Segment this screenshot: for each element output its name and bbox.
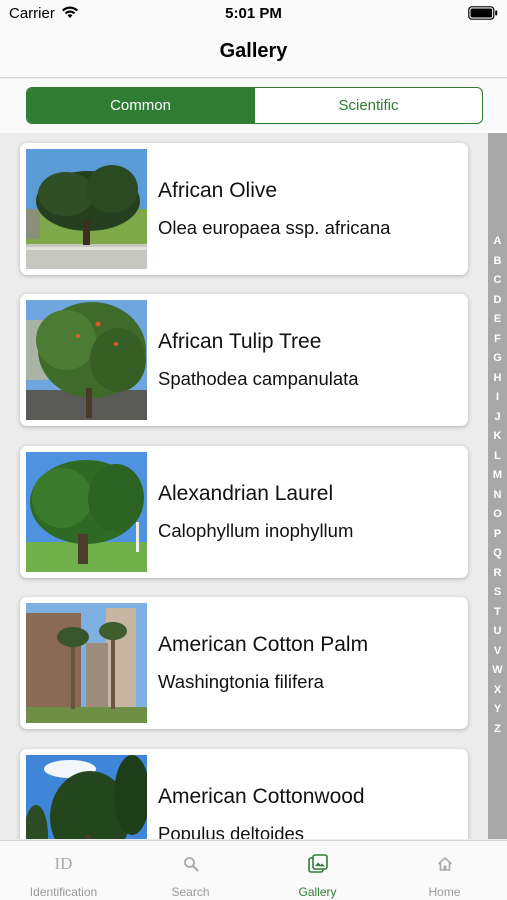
index-letter-p[interactable]: P bbox=[488, 528, 507, 540]
scientific-name: Washingtonia filifera bbox=[158, 671, 324, 692]
tree-photo bbox=[26, 755, 147, 839]
tab-identification-label: Identification bbox=[29, 885, 98, 899]
american-cottonwood-photo bbox=[26, 755, 147, 839]
segment-common[interactable]: Common bbox=[27, 88, 254, 123]
list-item[interactable]: African Tulip Tree Spathodea campanulata bbox=[20, 294, 468, 426]
index-letter-d[interactable]: D bbox=[488, 294, 507, 306]
tab-gallery[interactable]: Gallery bbox=[254, 841, 381, 900]
search-icon bbox=[183, 853, 199, 875]
segment-common-label: Common bbox=[110, 97, 171, 114]
home-icon bbox=[436, 853, 453, 875]
tab-bar: ID Identification Search Gallery Home bbox=[0, 840, 507, 900]
gallery-list[interactable]: African Olive Olea europaea ssp. african… bbox=[0, 133, 488, 839]
index-letter-u[interactable]: U bbox=[488, 625, 507, 637]
tab-gallery-label: Gallery bbox=[298, 885, 337, 899]
clock: 5:01 PM bbox=[225, 5, 282, 22]
tab-home[interactable]: Home bbox=[381, 841, 507, 900]
index-letter-j[interactable]: J bbox=[488, 411, 507, 423]
tab-identification[interactable]: ID Identification bbox=[0, 841, 127, 900]
index-letter-w[interactable]: W bbox=[488, 664, 507, 676]
index-letter-t[interactable]: T bbox=[488, 606, 507, 618]
index-letter-z[interactable]: Z bbox=[488, 723, 507, 735]
index-letter-l[interactable]: L bbox=[488, 450, 507, 462]
scientific-name: Olea europaea ssp. africana bbox=[158, 217, 391, 238]
id-icon: ID bbox=[55, 853, 73, 875]
index-letter-v[interactable]: V bbox=[488, 645, 507, 657]
common-name: African Tulip Tree bbox=[158, 330, 322, 353]
common-name: African Olive bbox=[158, 179, 278, 202]
index-letter-a[interactable]: A bbox=[488, 235, 507, 247]
scientific-name: Calophyllum inophyllum bbox=[158, 520, 354, 541]
gallery-icon bbox=[307, 853, 328, 875]
navigation-bar: Gallery bbox=[0, 26, 507, 78]
list-item[interactable]: American Cotton Palm Washingtonia filife… bbox=[20, 597, 468, 729]
segment-scientific-label: Scientific bbox=[338, 97, 399, 114]
index-letter-b[interactable]: B bbox=[488, 255, 507, 267]
status-bar: Carrier 5:01 PM bbox=[0, 0, 507, 26]
list-item[interactable]: African Olive Olea europaea ssp. african… bbox=[20, 143, 468, 275]
segment-area: Common Scientific bbox=[0, 79, 507, 133]
alexandrian-laurel-photo bbox=[26, 452, 147, 572]
index-letter-i[interactable]: I bbox=[488, 391, 507, 403]
name-type-segmented-control: Common Scientific bbox=[26, 87, 483, 124]
tab-home-label: Home bbox=[428, 885, 461, 899]
common-name: American Cotton Palm bbox=[158, 633, 369, 656]
tree-photo bbox=[26, 452, 147, 572]
tree-photo bbox=[26, 603, 147, 723]
list-item[interactable]: Alexandrian Laurel Calophyllum inophyllu… bbox=[20, 446, 468, 578]
tree-photo bbox=[26, 149, 147, 269]
tree-photo bbox=[26, 300, 147, 420]
index-letter-m[interactable]: M bbox=[488, 469, 507, 481]
index-letter-r[interactable]: R bbox=[488, 567, 507, 579]
index-letter-g[interactable]: G bbox=[488, 352, 507, 364]
african-tulip-tree-photo bbox=[26, 300, 147, 420]
index-letter-s[interactable]: S bbox=[488, 586, 507, 598]
common-name: Alexandrian Laurel bbox=[158, 482, 334, 505]
battery-icon bbox=[468, 6, 498, 20]
alphabet-index[interactable]: A B C D E F G H I J K L M N O P Q R S T … bbox=[488, 133, 507, 839]
index-letter-x[interactable]: X bbox=[488, 684, 507, 696]
id-icon-glyph: ID bbox=[54, 854, 73, 873]
page-title: Gallery bbox=[219, 40, 288, 62]
african-olive-photo bbox=[26, 149, 147, 269]
index-letter-q[interactable]: Q bbox=[488, 547, 507, 559]
index-letter-y[interactable]: Y bbox=[488, 703, 507, 715]
american-cotton-palm-photo bbox=[26, 603, 147, 723]
common-name: American Cottonwood bbox=[158, 785, 365, 808]
index-letter-e[interactable]: E bbox=[488, 313, 507, 325]
index-letter-k[interactable]: K bbox=[488, 430, 507, 442]
scientific-name: Populus deltoides bbox=[158, 823, 305, 839]
list-item[interactable]: American Cottonwood Populus deltoides bbox=[20, 749, 468, 839]
index-letter-h[interactable]: H bbox=[488, 372, 507, 384]
segment-scientific[interactable]: Scientific bbox=[254, 88, 482, 123]
index-letter-f[interactable]: F bbox=[488, 333, 507, 345]
scientific-name: Spathodea campanulata bbox=[158, 368, 359, 389]
index-letter-o[interactable]: O bbox=[488, 508, 507, 520]
index-letter-n[interactable]: N bbox=[488, 489, 507, 501]
tab-search-label: Search bbox=[171, 885, 210, 899]
tab-search[interactable]: Search bbox=[127, 841, 254, 900]
index-letter-c[interactable]: C bbox=[488, 274, 507, 286]
